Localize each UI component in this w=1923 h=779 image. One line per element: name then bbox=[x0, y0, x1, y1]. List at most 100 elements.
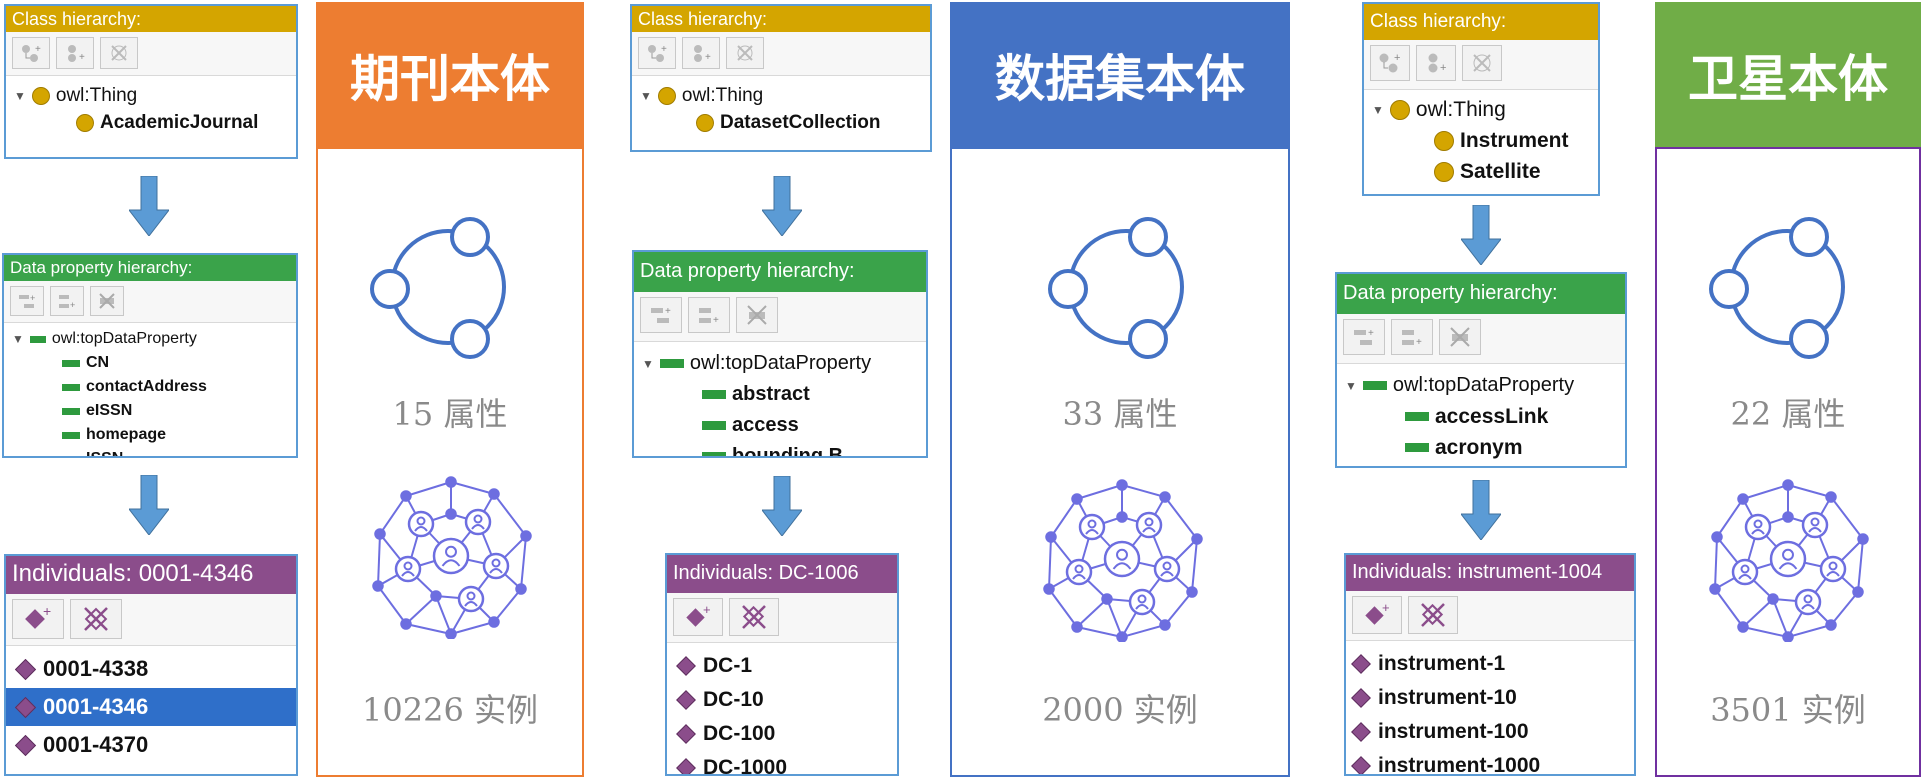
add-sibling-button[interactable]: + bbox=[56, 37, 94, 69]
tree-root[interactable]: ▼ owl:topDataProperty bbox=[642, 348, 918, 379]
add-subproperty-button[interactable]: + bbox=[640, 297, 682, 333]
list-item[interactable]: instrument-10 bbox=[1346, 681, 1634, 715]
tree-item[interactable]: bounding B bbox=[642, 441, 918, 456]
tree-item[interactable]: AcademicJournal bbox=[14, 110, 288, 136]
add-sibling-button[interactable]: + bbox=[1416, 45, 1456, 81]
tree-item[interactable]: Instrument bbox=[1372, 125, 1590, 156]
delete-individual-button[interactable] bbox=[70, 599, 122, 639]
list-item-label: 0001-4338 bbox=[43, 656, 149, 681]
tree-item[interactable]: ISSN bbox=[12, 447, 288, 456]
network-link bbox=[1716, 498, 1744, 538]
tree-item[interactable]: access bbox=[642, 410, 918, 441]
add-sibling-property-button[interactable]: + bbox=[688, 297, 730, 333]
delete-button[interactable] bbox=[736, 297, 778, 333]
list-item[interactable]: DC-100 bbox=[667, 717, 897, 751]
add-individual-button[interactable]: + bbox=[673, 598, 723, 636]
network-node bbox=[400, 490, 412, 502]
panel-title: Class hierarchy: bbox=[1364, 4, 1598, 40]
delete-individual-button[interactable] bbox=[729, 598, 779, 636]
network-node bbox=[520, 530, 532, 542]
delete-icon bbox=[1450, 327, 1470, 347]
data-property-icon bbox=[702, 421, 726, 430]
individual-icon bbox=[1351, 722, 1371, 742]
network-link bbox=[1714, 536, 1718, 590]
tree-item[interactable]: accessLink bbox=[1345, 401, 1617, 432]
add-sibling-property-button[interactable]: + bbox=[50, 286, 84, 316]
tree-item[interactable]: acronym bbox=[1345, 432, 1617, 463]
add-individual-button[interactable]: + bbox=[12, 599, 64, 639]
panel-toolbar: + bbox=[667, 593, 897, 643]
tree-root[interactable]: ▼ owl:topDataProperty bbox=[12, 327, 288, 351]
add-subclass-button[interactable]: + bbox=[638, 37, 676, 69]
add-subproperty-button[interactable]: + bbox=[1343, 319, 1385, 355]
tree-item[interactable]: DatasetCollection bbox=[640, 110, 922, 136]
network-node bbox=[1043, 583, 1055, 595]
list-item[interactable]: instrument-1000 bbox=[1346, 749, 1634, 774]
add-sibling-icon: + bbox=[59, 295, 75, 310]
delete-button[interactable] bbox=[1439, 319, 1481, 355]
add-sibling-icon: + bbox=[68, 45, 85, 63]
expand-icon[interactable]: ▼ bbox=[12, 332, 24, 346]
panel-title: Individuals: instrument-1004 bbox=[1346, 555, 1634, 591]
delete-button[interactable] bbox=[726, 37, 764, 69]
tree-item[interactable]: abstract bbox=[642, 379, 918, 410]
data-property-icon bbox=[659, 359, 684, 368]
network-node bbox=[1101, 593, 1113, 605]
tree-item[interactable]: CN bbox=[12, 351, 288, 375]
individual-icon bbox=[676, 724, 696, 744]
network-node bbox=[1825, 491, 1837, 503]
tree-item[interactable]: Satellite bbox=[1372, 156, 1590, 187]
delete-button[interactable] bbox=[90, 286, 124, 316]
svg-text:+: + bbox=[705, 52, 711, 63]
network-node bbox=[1159, 491, 1171, 503]
add-subclass-button[interactable]: + bbox=[1370, 45, 1410, 81]
list-item-selected[interactable]: 0001-4346 bbox=[6, 688, 296, 726]
delete-individual-button[interactable] bbox=[1408, 596, 1458, 634]
tree-item-label: ISSN bbox=[86, 450, 123, 456]
add-individual-button[interactable]: + bbox=[1352, 596, 1402, 634]
delete-icon bbox=[111, 45, 127, 61]
list-item[interactable]: instrument-1 bbox=[1346, 647, 1634, 681]
tree-item[interactable]: eISSN bbox=[12, 399, 288, 423]
class-icon bbox=[31, 87, 50, 105]
list-item[interactable]: 0001-4338 bbox=[6, 650, 296, 688]
ontology-card-satellite: 卫星本体 22 属性 3501 实例 bbox=[1655, 2, 1921, 777]
tree-item[interactable]: contactAddress bbox=[12, 375, 288, 399]
list-item[interactable]: DC-1 bbox=[667, 649, 897, 683]
list-item-label: 0001-4370 bbox=[43, 732, 149, 757]
add-subclass-button[interactable]: + bbox=[12, 37, 50, 69]
property-count: 15 属性 bbox=[392, 395, 508, 433]
tree-item[interactable]: homepage bbox=[12, 423, 288, 447]
list-item[interactable]: DC-1000 bbox=[667, 751, 897, 774]
expand-icon[interactable]: ▼ bbox=[642, 357, 654, 371]
expand-icon[interactable]: ▼ bbox=[1372, 103, 1384, 117]
add-sibling-button[interactable]: + bbox=[682, 37, 720, 69]
list-item[interactable]: DC-10 bbox=[667, 683, 897, 717]
svg-text:+: + bbox=[1394, 52, 1400, 64]
panel-title: Individuals: 0001-4346 bbox=[6, 556, 296, 594]
relationship-circle-icon bbox=[370, 217, 506, 359]
tree-root[interactable]: ▼ owl:topDataProperty bbox=[1345, 370, 1617, 401]
network-link bbox=[1076, 626, 1123, 638]
tree-root[interactable]: ▼ owl:Thing bbox=[640, 82, 922, 110]
data-property-tree: ▼ owl:topDataProperty CN contactAddress … bbox=[4, 323, 296, 456]
delete-button[interactable] bbox=[1462, 45, 1502, 81]
svg-text:+: + bbox=[703, 603, 711, 617]
svg-text:+: + bbox=[70, 300, 75, 310]
tree-root[interactable]: ▼ owl:Thing bbox=[14, 82, 288, 110]
svg-text:+: + bbox=[30, 293, 35, 303]
expand-icon[interactable]: ▼ bbox=[14, 89, 26, 103]
add-subproperty-button[interactable]: + bbox=[10, 286, 44, 316]
data-property-panel: Data property hierarchy: + + ▼ owl:topDa… bbox=[1335, 272, 1627, 468]
list-item[interactable]: instrument-100 bbox=[1346, 715, 1634, 749]
network-link bbox=[493, 493, 527, 537]
expand-icon[interactable]: ▼ bbox=[1345, 379, 1357, 393]
network-node bbox=[374, 528, 386, 540]
add-subproperty-icon: + bbox=[19, 293, 35, 308]
add-subclass-icon: + bbox=[648, 44, 667, 62]
add-sibling-property-button[interactable]: + bbox=[1391, 319, 1433, 355]
tree-root[interactable]: ▼ owl:Thing bbox=[1372, 94, 1590, 125]
list-item[interactable]: 0001-4370 bbox=[6, 726, 296, 764]
expand-icon[interactable]: ▼ bbox=[640, 89, 652, 103]
delete-button[interactable] bbox=[100, 37, 138, 69]
